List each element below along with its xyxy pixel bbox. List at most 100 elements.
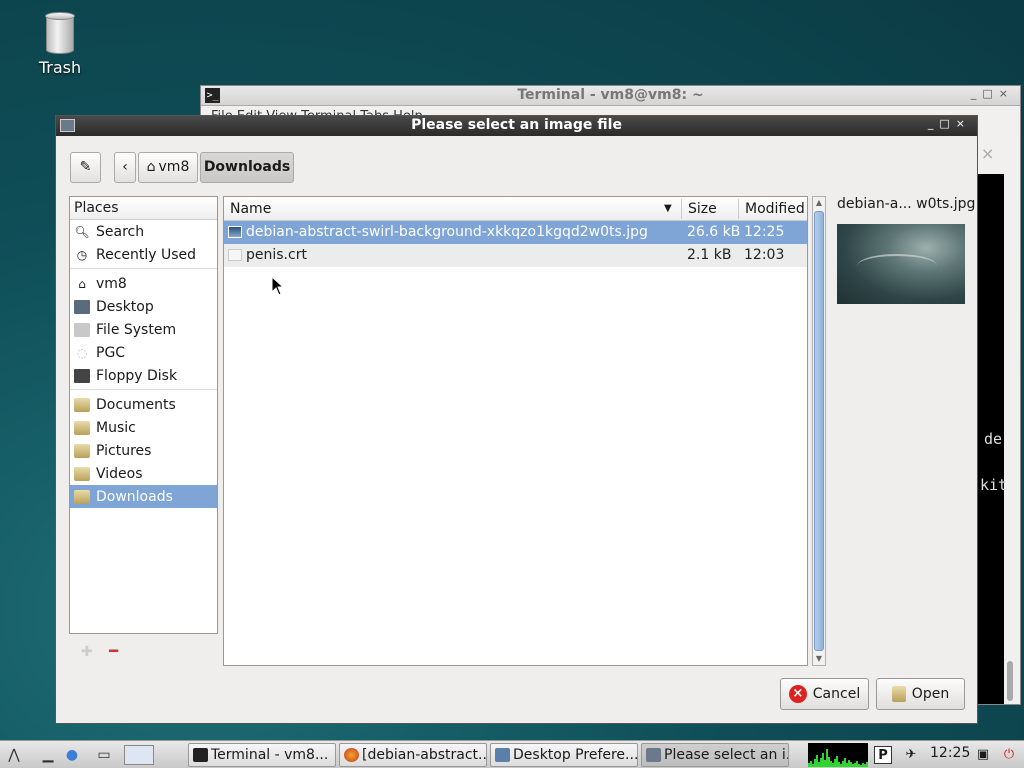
places-item-documents[interactable]: Documents — [70, 393, 217, 416]
display-icon[interactable]: ▣ — [974, 746, 992, 764]
column-modified-header[interactable]: Modified — [745, 201, 805, 217]
file-row[interactable]: penis.crt 2.1 kB 12:03 — [224, 244, 807, 267]
file-size: 26.6 kB — [687, 224, 741, 240]
remove-bookmark-button[interactable]: ━ — [109, 642, 118, 660]
folder-open-icon — [891, 686, 906, 702]
places-item-floppy[interactable]: Floppy Disk — [70, 364, 217, 387]
drive-icon — [74, 322, 90, 337]
file-size: 2.1 kB — [687, 247, 732, 263]
power-icon[interactable]: ⏻ — [1000, 746, 1018, 764]
places-item-pictures[interactable]: Pictures — [70, 439, 217, 462]
file-modified: 12:03 — [744, 247, 785, 263]
files-icon[interactable]: ▭ — [94, 745, 114, 765]
terminal-icon — [193, 748, 208, 762]
home-icon: ⌂ — [146, 159, 156, 175]
file-modified: 12:25 — [744, 224, 785, 240]
terminal-titlebar[interactable]: >_ Terminal - vm8@vm8: ~ _□× — [201, 86, 1020, 106]
cancel-icon: × — [788, 685, 807, 703]
trash-icon — [45, 12, 75, 54]
terminal-window-buttons[interactable]: _□× — [971, 87, 1014, 100]
folder-icon — [74, 466, 90, 481]
places-item-desktop[interactable]: Desktop — [70, 295, 217, 318]
folder-icon — [74, 443, 90, 458]
places-header[interactable]: Places — [70, 197, 217, 220]
scroll-down-icon[interactable]: ▼ — [813, 653, 825, 665]
taskbar-item-file-dialog[interactable]: Please select an i... — [641, 743, 789, 767]
path-current-button[interactable]: Downloads — [200, 152, 294, 183]
preview-filename: debian-a... w0ts.jpg — [837, 196, 976, 212]
places-item-downloads[interactable]: Downloads — [70, 485, 217, 508]
file-chooser-dialog: Please select an image file _□× ✎ ‹ ⌂ vm8… — [55, 115, 978, 724]
minimize-all-icon[interactable]: ▁ — [38, 745, 58, 765]
mouse-cursor-icon — [271, 276, 285, 296]
terminal-screen[interactable]: de kit — [978, 174, 1008, 704]
firefox-icon — [344, 748, 359, 762]
cpu-graph — [808, 743, 868, 767]
file-row[interactable]: debian-abstract-swirl-background-xkkqzo1… — [224, 221, 807, 244]
terminal-tab-close-icon[interactable]: × — [981, 144, 994, 163]
terminal-text-line: kit — [980, 476, 1008, 494]
window-icon — [646, 748, 661, 762]
home-icon: ⌂ — [78, 276, 86, 291]
preview-image — [837, 224, 965, 304]
column-size-header[interactable]: Size — [688, 201, 717, 217]
type-location-button[interactable]: ✎ — [70, 152, 101, 183]
cancel-label: Cancel — [812, 686, 861, 702]
open-label: Open — [911, 686, 950, 702]
folder-icon — [74, 489, 90, 504]
floppy-icon — [74, 368, 90, 383]
column-name-header[interactable]: Name — [230, 201, 271, 217]
network-icon[interactable]: ✈ — [902, 746, 920, 764]
path-back-button[interactable]: ‹ — [114, 152, 136, 183]
search-icon: 🔍︎ — [74, 224, 90, 239]
places-item-home[interactable]: ⌂ vm8 — [70, 272, 217, 295]
disc-icon: ◌ — [76, 345, 88, 360]
file-list-scrollbar[interactable]: ▲ ▼ — [812, 196, 826, 666]
places-item-videos[interactable]: Videos — [70, 462, 217, 485]
add-bookmark-button[interactable]: ✚ — [81, 644, 93, 660]
scroll-up-icon[interactable]: ▲ — [813, 197, 825, 209]
desktop-icon — [74, 299, 90, 314]
desktop-trash[interactable]: Trash — [28, 12, 92, 77]
dialog-titlebar[interactable]: Please select an image file _□× — [56, 116, 977, 136]
open-button[interactable]: Open — [876, 678, 965, 710]
taskbar-item-terminal[interactable]: Terminal - vm8... — [188, 743, 336, 767]
folder-icon — [74, 420, 90, 435]
places-item-music[interactable]: Music — [70, 416, 217, 439]
file-list: Name ▼ Size Modified debian-abstract-swi… — [223, 196, 808, 666]
pencil-icon: ✎ — [79, 159, 92, 175]
chevron-down-icon: ▼ — [664, 203, 672, 214]
places-item-filesystem[interactable]: File System — [70, 318, 217, 341]
file-list-header: Name ▼ Size Modified — [224, 197, 807, 221]
places-item-recent[interactable]: ◷ Recently Used — [70, 243, 217, 266]
file-name: debian-abstract-swirl-background-xkkqzo1… — [246, 224, 648, 240]
preferences-icon — [495, 748, 510, 762]
taskbar: ⋀ ▁ ● ▭ Terminal - vm8... [debian-abstra… — [0, 740, 1024, 768]
tray-p-icon[interactable]: P — [874, 746, 892, 764]
path-home-label: vm8 — [158, 159, 190, 175]
file-name: penis.crt — [246, 247, 307, 263]
terminal-title: Terminal - vm8@vm8: ~ — [517, 87, 704, 103]
places-toolbar: ✚ ━ — [69, 640, 218, 666]
document-file-icon — [228, 249, 242, 261]
places-item-search[interactable]: 🔍︎ Search — [70, 220, 217, 243]
places-item-pgc[interactable]: ◌ PGC — [70, 341, 217, 364]
workspace-switcher[interactable] — [124, 745, 154, 765]
folder-icon — [74, 397, 90, 412]
places-sidebar: Places 🔍︎ Search ◷ Recently Used ⌂ vm8 Desk… — [69, 196, 218, 634]
menu-launcher-icon[interactable]: ⋀ — [4, 745, 24, 765]
terminal-text-line: de — [984, 430, 1003, 448]
trash-label: Trash — [38, 58, 82, 77]
taskbar-item-browser[interactable]: [debian-abstract... — [339, 743, 487, 767]
taskbar-item-desktop-prefs[interactable]: Desktop Prefere... — [490, 743, 638, 767]
terminal-scrollbar[interactable] — [1007, 661, 1013, 701]
scrollbar-thumb[interactable] — [814, 211, 824, 651]
clock[interactable]: 12:25 — [930, 745, 970, 761]
path-home-button[interactable]: ⌂ vm8 — [138, 152, 198, 183]
dialog-window-buttons[interactable]: _□× — [928, 117, 971, 130]
cancel-button[interactable]: × Cancel — [780, 678, 869, 710]
browser-icon[interactable]: ● — [62, 745, 82, 765]
clock-icon: ◷ — [76, 247, 88, 262]
dialog-title: Please select an image file — [411, 117, 622, 133]
image-file-icon — [228, 226, 242, 238]
